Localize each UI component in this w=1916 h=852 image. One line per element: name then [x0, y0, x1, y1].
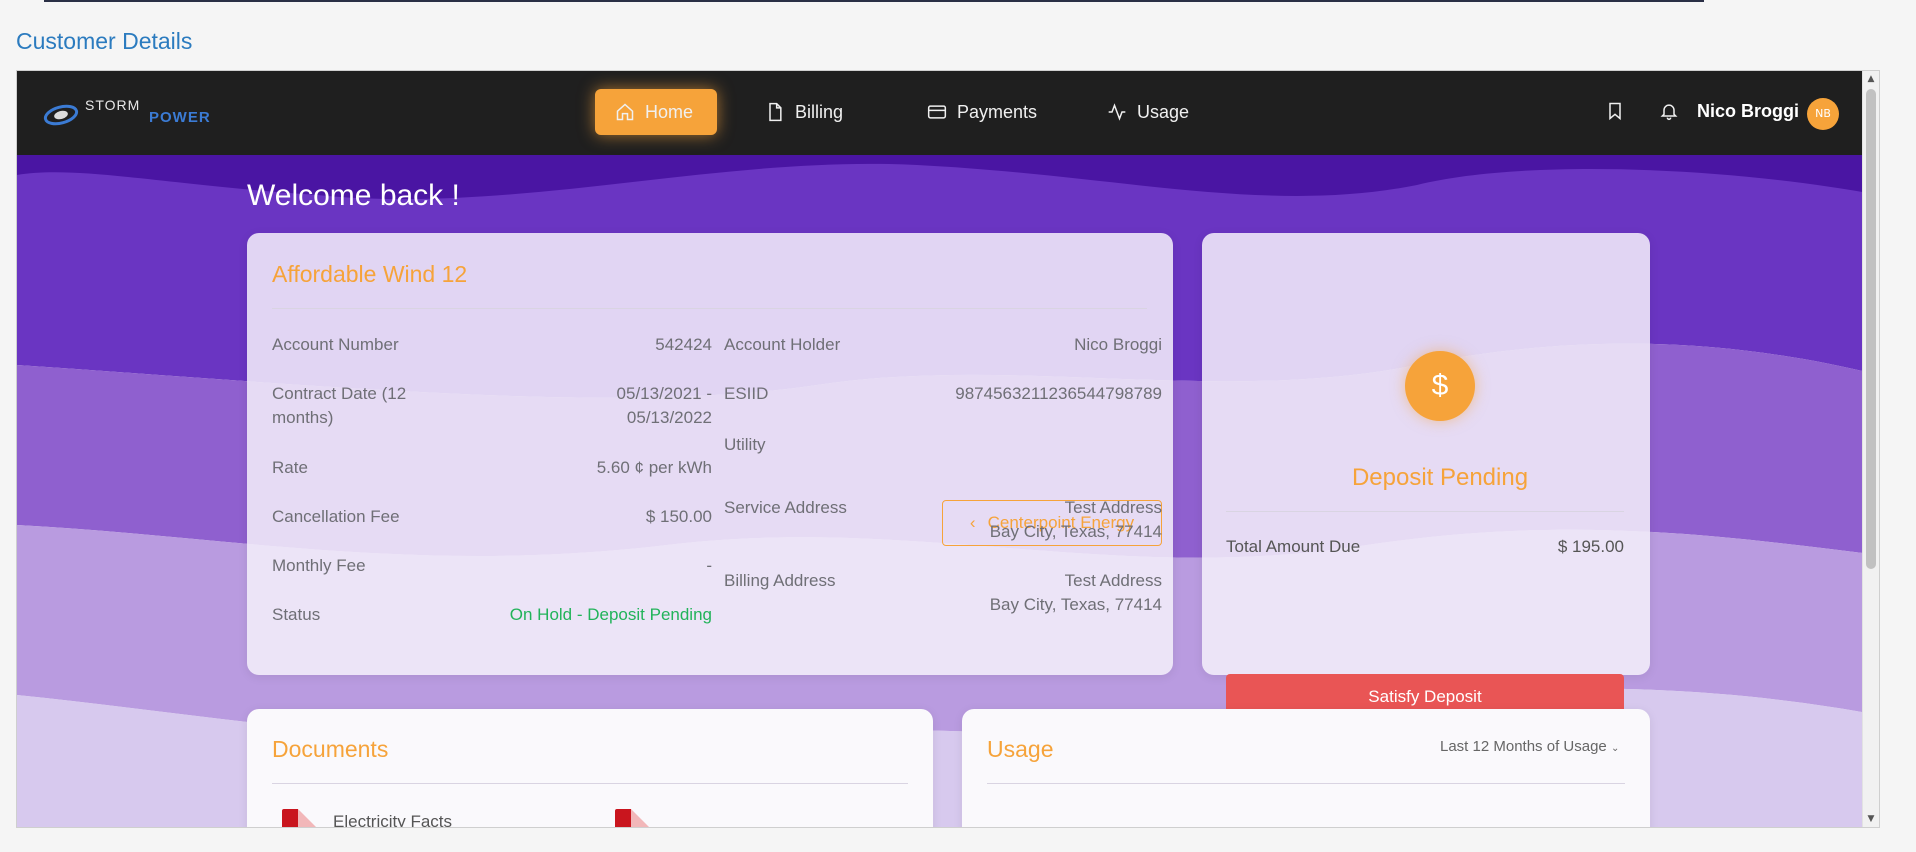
customer-portal-frame: STORM POWER Home Billing Payments Usage …	[16, 70, 1880, 828]
plan-divider	[272, 308, 1147, 309]
welcome-heading: Welcome back !	[247, 179, 460, 212]
esiid-value: 9874563211236544798789	[955, 384, 1162, 403]
rate-label: Rate	[272, 458, 308, 477]
usage-title: Usage	[987, 736, 1054, 762]
deposit-card	[1202, 233, 1650, 675]
deposit-divider	[1226, 511, 1624, 512]
billing-address-label: Billing Address	[724, 571, 836, 590]
account-number-value: 542424	[655, 335, 712, 354]
billing-address-line2: Bay City, Texas, 77414	[989, 595, 1162, 614]
nav-usage-label: Usage	[1137, 101, 1190, 122]
nav-usage[interactable]: Usage	[1087, 89, 1209, 135]
service-address-line1: Test Address	[1064, 498, 1162, 517]
scroll-up-icon[interactable]: ▲	[1863, 71, 1879, 87]
account-holder-value: Nico Broggi	[1074, 335, 1162, 354]
usage-range-select[interactable]: Last 12 Months of Usage ⌄	[1440, 738, 1619, 755]
monthly-fee-label: Monthly Fee	[272, 556, 366, 575]
documents-divider	[272, 783, 908, 784]
contract-date-label: Contract Date (12 months)	[272, 384, 407, 427]
plan-title: Affordable Wind 12	[272, 261, 468, 287]
credit-card-icon	[927, 105, 947, 119]
top-progress-line	[44, 0, 1704, 2]
activity-icon	[1108, 103, 1126, 121]
avatar[interactable]: NB	[1807, 98, 1839, 130]
nav-billing[interactable]: Billing	[745, 89, 863, 135]
bookmark-icon	[1609, 102, 1621, 121]
file-icon	[769, 102, 782, 122]
cancellation-fee-value: $ 150.00	[645, 507, 712, 526]
cancellation-fee-label: Cancellation Fee	[272, 507, 400, 526]
documents-card	[247, 709, 933, 827]
service-address-label: Service Address	[724, 498, 847, 517]
home-icon	[616, 103, 634, 121]
account-number-label: Account Number	[272, 335, 399, 354]
top-navbar: STORM POWER Home Billing Payments Usage …	[17, 71, 1879, 155]
logo-text-power: POWER	[149, 109, 211, 126]
nav-payments-label: Payments	[957, 101, 1038, 122]
nav-payments[interactable]: Payments	[907, 89, 1057, 135]
page-scrollbar[interactable]: ▲ ▼	[1862, 71, 1879, 827]
bookmark-button[interactable]	[1605, 101, 1625, 125]
pdf-icon[interactable]	[615, 809, 651, 827]
billing-address-line1: Test Address	[1064, 571, 1162, 590]
storm-power-logo[interactable]: STORM POWER	[43, 95, 213, 135]
bell-icon	[1660, 104, 1678, 121]
page-title: Customer Details	[16, 28, 193, 54]
nav-home-label: Home	[645, 101, 694, 122]
nav-home[interactable]: Home	[595, 89, 717, 135]
logo-text-storm: STORM	[85, 97, 141, 113]
user-name[interactable]: Nico Broggi	[1697, 101, 1799, 122]
esiid-label: ESIID	[724, 384, 769, 403]
scroll-down-icon[interactable]: ▼	[1863, 811, 1879, 827]
document-electricity-facts[interactable]: Electricity Facts	[333, 812, 452, 827]
chevron-down-icon: ⌄	[1610, 743, 1620, 754]
service-address-line2: Bay City, Texas, 77414	[989, 522, 1162, 541]
status-badge: On Hold - Deposit Pending	[509, 605, 712, 624]
monthly-fee-value: -	[706, 556, 712, 575]
total-amount-value: $ 195.00	[1557, 537, 1624, 556]
documents-title: Documents	[272, 736, 389, 762]
total-amount-label: Total Amount Due	[1226, 537, 1361, 556]
deposit-title: Deposit Pending	[1351, 464, 1529, 491]
account-holder-label: Account Holder	[724, 335, 841, 354]
usage-range-label: Last 12 Months of Usage	[1440, 738, 1607, 755]
pdf-icon[interactable]	[282, 809, 318, 827]
dollar-icon: $	[1405, 351, 1475, 421]
utility-label: Utility	[724, 435, 766, 454]
rate-value: 5.60 ¢ per kWh	[596, 458, 712, 477]
usage-divider	[987, 783, 1625, 784]
nav-billing-label: Billing	[795, 101, 844, 122]
usage-card	[962, 709, 1650, 827]
scrollbar-thumb[interactable]	[1866, 89, 1876, 569]
notifications-button[interactable]	[1659, 101, 1679, 125]
contract-date-value: 05/13/2021 - 05/13/2022	[616, 384, 712, 427]
logo-swirl-icon	[43, 104, 79, 126]
status-label: Status	[272, 605, 321, 624]
